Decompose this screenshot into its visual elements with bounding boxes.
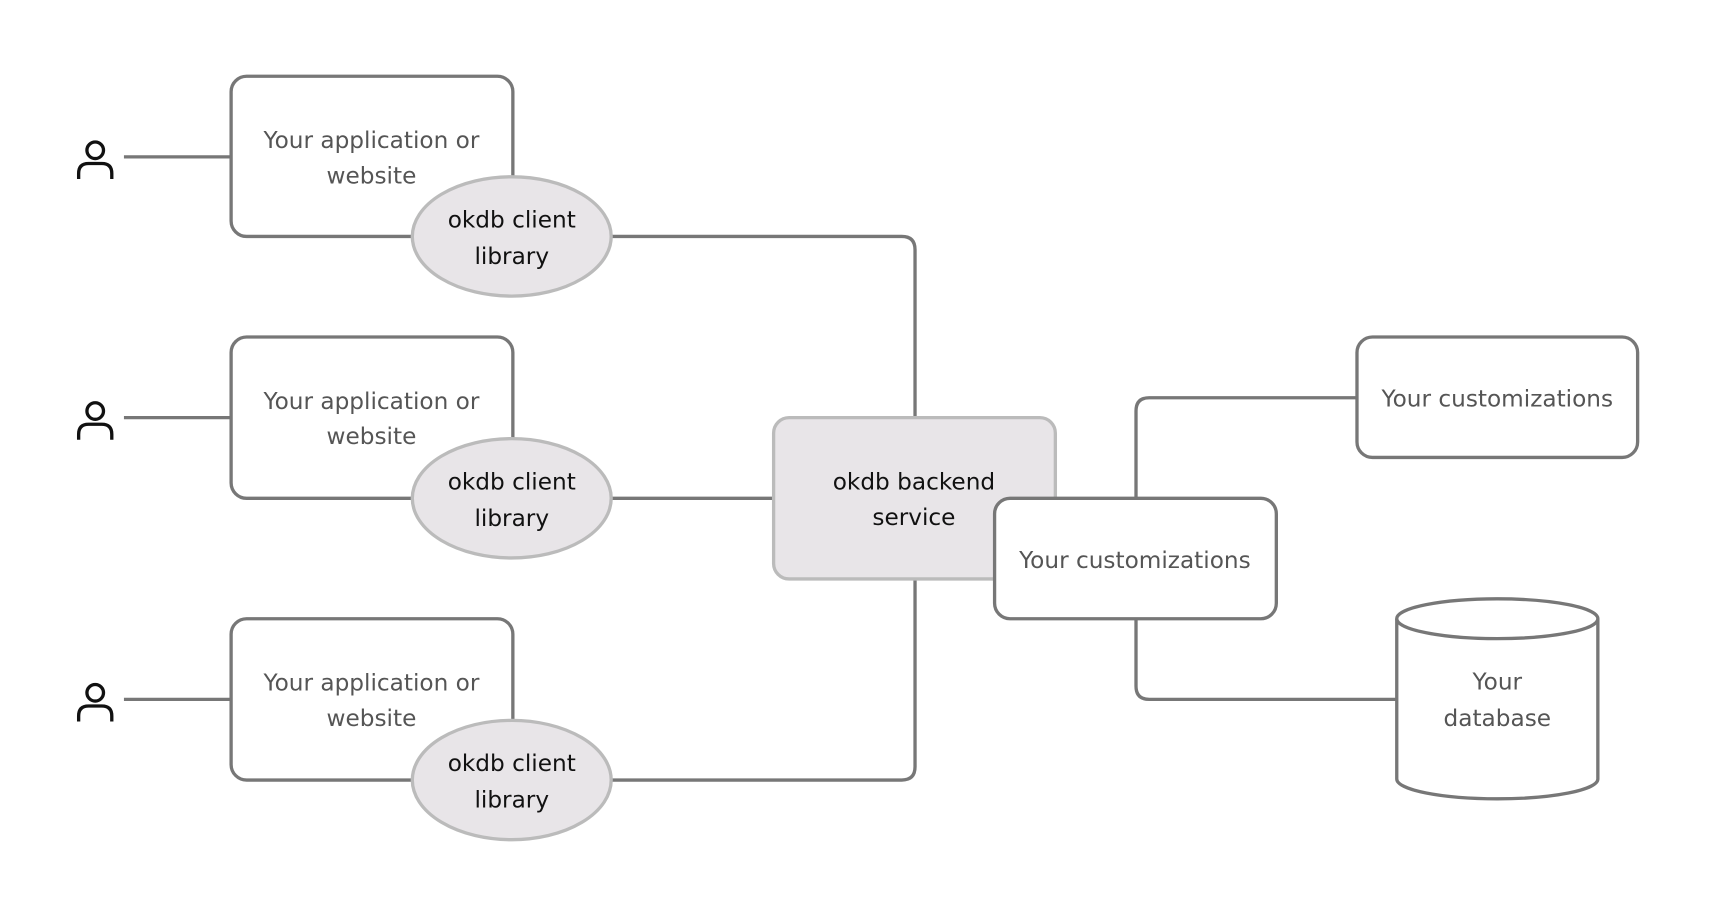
customizations-main: Your customizations [992,496,1278,621]
library-label: library [474,787,549,814]
user-icon [76,682,114,722]
library-label: library [474,243,549,270]
client-library-ellipse [410,175,613,298]
database-label: Your [1472,668,1523,695]
app-label: Your application or [262,388,479,415]
client-row-2: Your application or website okdb client … [76,335,613,560]
customizations-label: Your customizations [1018,547,1251,574]
library-label: library [474,505,549,532]
library-label: okdb client [448,468,576,495]
app-label: website [327,423,417,450]
database-label: database [1444,705,1552,732]
customizations-top: Your customizations [1355,335,1640,460]
library-label: okdb client [448,750,576,777]
app-label: Your application or [262,670,479,697]
backend-label: service [872,504,955,531]
database-cylinder: Your database [1395,597,1600,801]
connector-lib3-backend [611,578,917,782]
connector-custom-top [1134,396,1357,499]
client-row-3: Your application or website okdb client … [76,617,613,842]
client-row-1: Your application or website okdb client … [76,74,613,298]
user-icon [76,401,114,440]
library-label: okdb client [448,207,576,234]
client-library-ellipse [410,436,613,560]
client-library-ellipse [410,718,613,842]
connector-custom-db [1134,618,1397,702]
connector-lib1-backend [611,234,917,418]
app-label: Your application or [262,127,479,154]
architecture-diagram: Your application or website okdb client … [76,74,1640,842]
app-label: website [327,705,417,732]
customizations-label: Your customizations [1381,386,1614,413]
user-icon [76,140,114,179]
backend-label: okdb backend [833,468,995,495]
app-label: website [327,162,417,189]
